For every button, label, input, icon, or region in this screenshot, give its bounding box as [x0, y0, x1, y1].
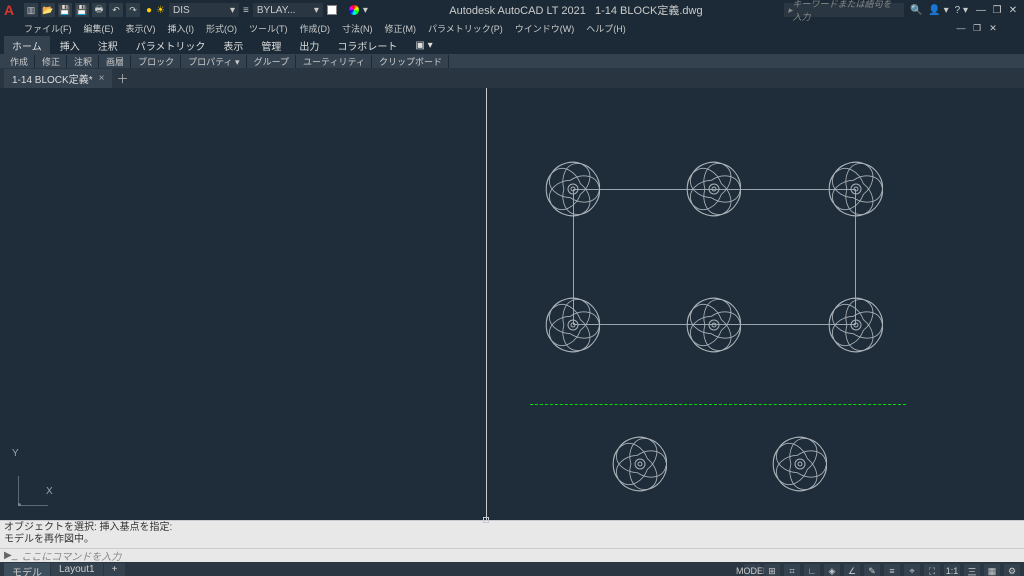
doc-restore[interactable]: ❐ — [970, 23, 984, 34]
status-grid[interactable]: ⊞ — [764, 564, 780, 576]
flower-block — [672, 147, 756, 234]
color-picker-icon[interactable] — [349, 5, 359, 15]
crosshair-horizontal — [0, 520, 1024, 521]
tab-insert[interactable]: 挿入 — [52, 36, 88, 54]
close-icon[interactable]: × — [99, 73, 105, 84]
app-logo: A — [4, 2, 20, 18]
drawing-tab[interactable]: 1-14 BLOCK定義*× — [4, 69, 112, 88]
panel-block[interactable]: ブロック — [132, 55, 181, 68]
panel-modify[interactable]: 修正 — [36, 55, 67, 68]
saveas-icon[interactable]: 💾 — [75, 3, 89, 17]
tab-collaborate[interactable]: コラボレート — [329, 36, 405, 54]
doc-minimize[interactable]: — — [954, 23, 968, 34]
ribbon-panels: 作成 修正 注釈 画層 ブロック プロパティ ▾ グループ ユーティリティ クリ… — [0, 54, 1024, 68]
tab-manage[interactable]: 管理 — [253, 36, 289, 54]
menu-file[interactable]: ファイル(F) — [24, 22, 72, 35]
menu-format[interactable]: 形式(O) — [206, 22, 237, 35]
drawing-tabs: 1-14 BLOCK定義*× ＋ — [0, 68, 1024, 88]
window-title: Autodesk AutoCAD LT 2021 1-14 BLOCK定義.dw… — [368, 2, 784, 18]
panel-properties[interactable]: プロパティ ▾ — [182, 55, 246, 68]
status-customize[interactable]: ⚙ — [1004, 564, 1020, 576]
flower-block — [531, 147, 615, 234]
command-input[interactable]: ▶_ ここにコマンドを入力 — [0, 548, 1024, 562]
restore-button[interactable]: ❐ — [990, 5, 1004, 16]
titlebar: A ▥ 📂 💾 💾 🖶 ↶ ↷ ● ☀ DIS▾ ≡ BYLAY...▾ ▾ A… — [0, 0, 1024, 20]
tab-view[interactable]: 表示 — [215, 36, 251, 54]
tab-layout1[interactable]: Layout1 — [51, 563, 103, 576]
menu-window[interactable]: ウインドウ(W) — [515, 22, 575, 35]
command-history: オブジェクトを選択: 挿入基点を指定: モデルを再作図中。 — [0, 520, 1024, 548]
minimize-button[interactable]: — — [974, 5, 988, 16]
menu-dimension[interactable]: 寸法(N) — [342, 22, 373, 35]
status-cycling[interactable]: ⛶ — [924, 564, 940, 576]
panel-clipboard[interactable]: クリップボード — [373, 55, 449, 68]
redo-icon[interactable]: ↷ — [126, 3, 140, 17]
tab-parametric[interactable]: パラメトリック — [128, 36, 214, 54]
status-osnap[interactable]: ✎ — [864, 564, 880, 576]
status-transparency[interactable]: ⌖ — [904, 564, 920, 576]
linetype: BYLAY... — [257, 5, 296, 16]
ribbon-tabs: ホーム 挿入 注釈 パラメトリック 表示 管理 出力 コラボレート ▣ ▾ — [0, 36, 1024, 54]
ucs-icon: YX — [18, 476, 48, 506]
flower-block — [598, 422, 682, 509]
quick-access-toolbar: ▥ 📂 💾 💾 🖶 ↶ ↷ — [24, 3, 140, 17]
search-icon[interactable]: 🔍 — [910, 5, 922, 16]
status-snap[interactable]: ⌗ — [784, 564, 800, 576]
status-workspace[interactable]: ▦ — [984, 564, 1000, 576]
tab-model[interactable]: モデル — [4, 563, 50, 576]
tab-output[interactable]: 出力 — [291, 36, 327, 54]
menu-tools[interactable]: ツール(T) — [249, 22, 288, 35]
add-layout[interactable]: + — [104, 563, 126, 576]
color-swatch[interactable] — [327, 5, 337, 15]
help-icon[interactable]: ? ▾ — [955, 5, 968, 16]
pick-box — [483, 517, 489, 523]
new-icon[interactable]: ▥ — [24, 3, 38, 17]
new-drawing-button[interactable]: ＋ — [116, 70, 128, 87]
status-tray: MODEL ⊞ ⌗ ∟ ◈ ∠ ✎ ≡ ⌖ ⛶ 1:1 三 ▦ ⚙ — [744, 564, 1020, 576]
status-ortho[interactable]: ∟ — [804, 564, 820, 576]
panel-layers[interactable]: 画層 — [100, 55, 131, 68]
doc-close[interactable]: ✕ — [986, 23, 1000, 34]
drawing-canvas[interactable]: YX — [0, 88, 1024, 520]
plot-icon[interactable]: 🖶 — [92, 3, 106, 17]
layer-selector[interactable]: ● ☀ DIS▾ ≡ BYLAY...▾ ▾ — [146, 3, 368, 17]
green-centerline — [530, 404, 906, 405]
menu-help[interactable]: ヘルプ(H) — [586, 22, 626, 35]
flower-block — [758, 422, 842, 509]
flower-block — [814, 283, 898, 370]
status-scale[interactable]: 1:1 — [944, 564, 960, 576]
tab-home[interactable]: ホーム — [4, 36, 50, 54]
open-icon[interactable]: 📂 — [41, 3, 55, 17]
crosshair-vertical — [486, 88, 487, 520]
panel-group[interactable]: グループ — [248, 55, 296, 68]
status-iso[interactable]: ∠ — [844, 564, 860, 576]
menu-modify[interactable]: 修正(M) — [385, 22, 417, 35]
menu-view[interactable]: 表示(V) — [126, 22, 156, 35]
flower-block — [672, 283, 756, 370]
status-annoscale[interactable]: 三 — [964, 564, 980, 576]
close-button[interactable]: ✕ — [1006, 5, 1020, 16]
statusbar: モデル Layout1 + MODEL ⊞ ⌗ ∟ ◈ ∠ ✎ ≡ ⌖ ⛶ 1:… — [0, 562, 1024, 576]
tab-expand[interactable]: ▣ ▾ — [407, 36, 440, 54]
panel-utilities[interactable]: ユーティリティ — [297, 55, 372, 68]
save-icon[interactable]: 💾 — [58, 3, 72, 17]
flower-block — [814, 147, 898, 234]
help-search[interactable]: ▸ キーワードまたは語句を入力 — [784, 3, 904, 17]
status-model[interactable]: MODEL — [744, 564, 760, 576]
panel-draw[interactable]: 作成 — [4, 55, 35, 68]
panel-annotate[interactable]: 注釈 — [68, 55, 99, 68]
status-polar[interactable]: ◈ — [824, 564, 840, 576]
tab-annotate[interactable]: 注釈 — [90, 36, 126, 54]
menu-draw[interactable]: 作成(D) — [300, 22, 331, 35]
menu-edit[interactable]: 編集(E) — [84, 22, 114, 35]
menu-insert[interactable]: 挿入(I) — [168, 22, 195, 35]
command-hint: ここにコマンドを入力 — [21, 548, 121, 563]
current-layer: DIS — [173, 5, 190, 16]
menu-parametric[interactable]: パラメトリック(P) — [428, 22, 503, 35]
flower-block — [531, 283, 615, 370]
signin-icon[interactable]: 👤 ▾ — [928, 5, 948, 16]
undo-icon[interactable]: ↶ — [109, 3, 123, 17]
command-prompt-icon: ▶_ — [4, 550, 17, 561]
status-lineweight[interactable]: ≡ — [884, 564, 900, 576]
